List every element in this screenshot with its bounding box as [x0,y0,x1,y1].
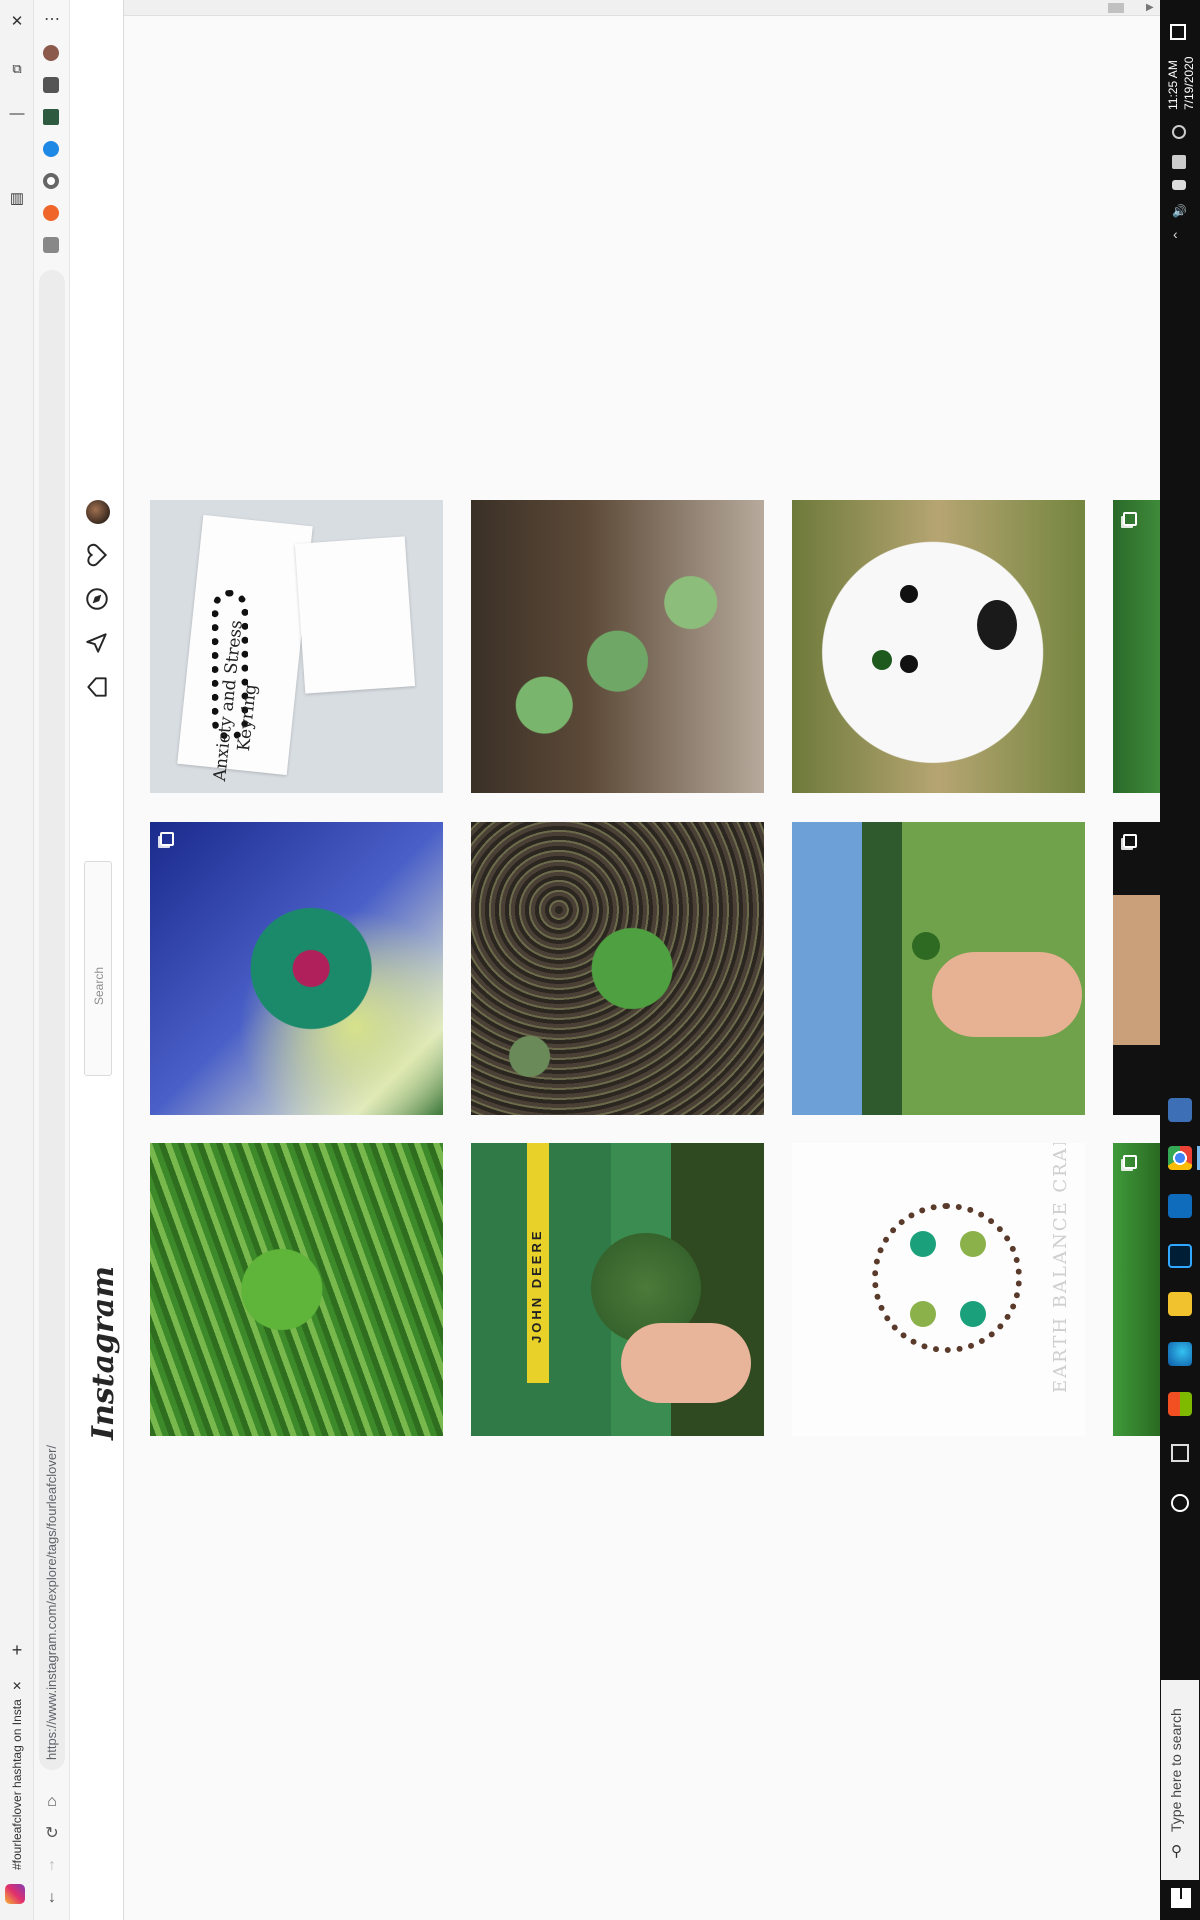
clock-date[interactable]: 7/19/2020 [1182,57,1196,110]
post-thumbnail[interactable] [792,822,1085,1115]
tile-caption: EARTH BALANCE CRAFT [1050,1143,1071,1393]
extensions-puzzle-icon[interactable] [43,77,59,93]
extension-circle-icon[interactable] [43,173,59,189]
tile-caption: JOHN DEERE [529,1228,544,1343]
dog-nose-image [977,600,1017,650]
volume-icon[interactable]: 🔊 [1172,204,1187,218]
close-window-icon[interactable]: ✕ [3,8,31,36]
post-thumbnail[interactable] [792,500,1085,793]
taskbar-search-placeholder: Type here to search [1168,1708,1184,1832]
chevron-up-icon[interactable]: ‹ [1173,226,1178,242]
post-thumbnail[interactable] [471,500,764,793]
url-text[interactable]: https://www.instagram.com/explore/tags/f… [44,1445,59,1760]
bead-image [910,1301,936,1327]
carousel-icon [1123,1155,1137,1169]
post-thumbnail[interactable] [1113,1143,1160,1436]
post-thumbnail[interactable] [1113,822,1160,1115]
windows-start-icon[interactable] [1171,1888,1191,1908]
post-thumbnail[interactable] [1113,500,1160,793]
carousel-icon [1123,834,1137,848]
bead-image [910,1231,936,1257]
post-thumbnail[interactable]: EARTH BALANCE CRAFT [792,1143,1085,1436]
instagram-logo[interactable]: Instagram [86,1266,121,1440]
heart-icon[interactable] [84,542,110,568]
card-image [294,536,416,694]
windows-taskbar [1160,0,1200,1920]
post-thumbnail[interactable] [150,822,443,1115]
file-explorer-app-icon[interactable] [1168,1292,1192,1316]
instagram-favicon-icon [5,1884,25,1904]
carousel-icon [1123,512,1137,526]
browser-menu-icon[interactable]: ⋯ [40,8,64,32]
hand-image [932,952,1082,1037]
explore-compass-icon[interactable] [84,586,110,612]
horizontal-scrollbar[interactable]: ◀ ▶ [70,0,1160,16]
clock-time[interactable]: 11:25 AM [1166,60,1180,110]
clover-image [912,932,940,960]
back-icon[interactable]: ↓ [38,1884,66,1912]
office-app-icon[interactable] [1168,1392,1192,1416]
browser-tab-strip: ✕ ⧉ — ▥ + ✕ #fourleafclover hashtag on I… [0,0,34,1920]
search-placeholder: Search [92,966,106,1005]
forward-icon[interactable]: ↑ [38,1852,66,1880]
task-view-icon[interactable] [1171,1444,1189,1462]
cloud-icon[interactable] [1172,180,1186,190]
extension-image-icon[interactable] [43,109,59,125]
wire-art-image [872,1203,1022,1353]
tab-title[interactable]: #fourleafclover hashtag on Insta [10,1690,24,1870]
carousel-icon [160,832,174,846]
profile-avatar-icon[interactable] [43,45,59,61]
profile-avatar[interactable] [86,500,110,524]
home-icon[interactable] [84,674,110,700]
dropbox-icon[interactable] [1172,155,1186,169]
extension-blue-icon[interactable] [43,141,59,157]
bead-image [960,1301,986,1327]
reload-icon[interactable]: ↻ [38,1820,66,1848]
extension-orange-icon[interactable] [43,205,59,221]
outlook-app-icon[interactable] [1168,1194,1192,1218]
sidebar-toggle-icon[interactable]: ▥ [3,185,31,213]
post-thumbnail[interactable] [471,822,764,1115]
new-tab-button[interactable]: + [3,1636,31,1664]
post-thumbnail[interactable]: JOHN DEERE [471,1143,764,1436]
bead-image [960,1231,986,1257]
post-thumbnail[interactable] [150,1143,443,1436]
action-center-icon[interactable] [1170,24,1186,40]
chrome-app-icon[interactable] [1168,1146,1192,1170]
search-icon: ⚲ [1171,1843,1182,1860]
scroll-right-icon[interactable]: ▶ [1146,2,1154,13]
cortana-icon[interactable] [1171,1494,1189,1512]
dog-eye-image [900,655,918,673]
hand-image [621,1323,751,1403]
post-thumbnail[interactable]: Anxiety and Stress Keyring [150,500,443,793]
dog-eye-image [900,585,918,603]
pen-icon[interactable] [1172,125,1186,139]
home-icon[interactable]: ⌂ [38,1788,66,1816]
direct-message-icon[interactable] [84,630,110,656]
minimize-window-icon[interactable]: — [3,100,31,128]
extension-g-icon[interactable] [43,237,59,253]
settings-app-icon[interactable] [1168,1098,1192,1122]
scrollbar-thumb[interactable] [1108,3,1124,13]
photoshop-app-icon[interactable] [1168,1244,1192,1268]
edge-app-icon[interactable] [1168,1342,1192,1366]
clover-image [872,650,892,670]
restore-window-icon[interactable]: ⧉ [3,55,31,83]
